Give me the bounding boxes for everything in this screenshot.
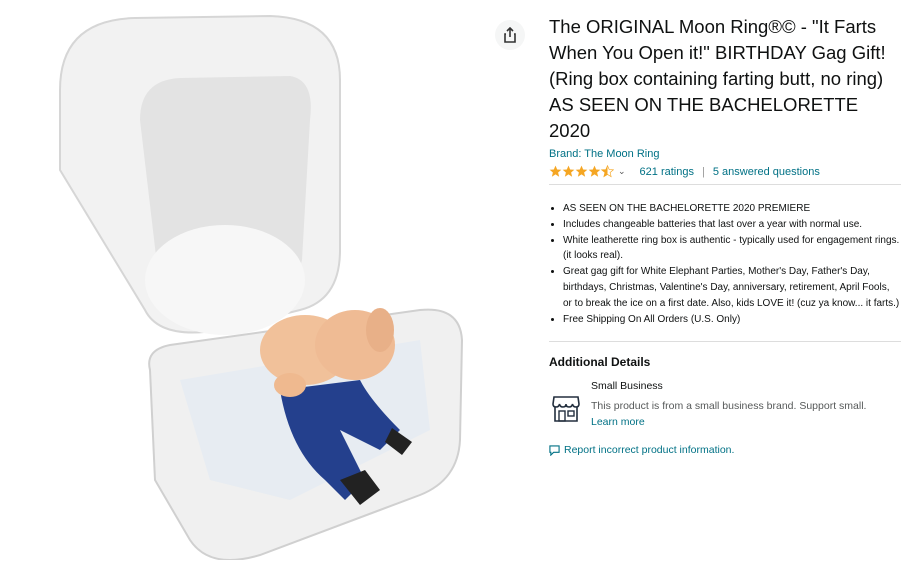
share-button[interactable] [495,20,525,50]
share-icon [504,27,516,43]
bullet-item: White leatherette ring box is authentic … [563,233,901,265]
product-title: The ORIGINAL Moon Ring®© - "It Farts Whe… [549,16,886,141]
star-rating[interactable] [549,165,614,178]
product-info: The ORIGINAL Moon Ring®© - "It Farts Whe… [549,14,901,456]
comment-icon [549,445,560,456]
storefront-icon [552,396,580,423]
answered-questions-link[interactable]: 5 answered questions [713,166,820,178]
bullet-item: Free Shipping On All Orders (U.S. Only) [563,312,901,328]
star-icon [588,165,601,177]
additional-details-heading: Additional Details [549,355,651,370]
small-business-row: Small Business This product is from a sm… [549,380,901,430]
divider [549,184,901,185]
separator: | [701,165,705,178]
small-business-title: Small Business [591,380,663,393]
bullet-item: AS SEEN ON THE BACHELORETTE 2020 PREMIER… [563,201,901,217]
rating-row: ⌄ 621 ratings | 5 answered questions [549,165,901,178]
half-star-icon [601,165,614,178]
star-icon [562,165,575,177]
product-image-column [0,0,490,562]
bullet-item: Includes changeable batteries that last … [563,217,901,233]
star-icon [575,165,588,177]
small-business-text: This product is from a small business br… [591,400,867,413]
small-business-desc: This product is from a small business br… [591,398,866,430]
chevron-down-icon[interactable]: ⌄ [618,166,626,177]
star-icon [549,165,562,177]
report-link-row[interactable]: Report incorrect product information. [549,444,901,456]
product-image[interactable] [40,10,480,560]
bullet-item: Great gag gift for White Elephant Partie… [563,264,901,311]
feature-bullets: AS SEEN ON THE BACHELORETTE 2020 PREMIER… [549,201,901,327]
ratings-link[interactable]: 621 ratings [640,166,694,178]
divider [549,341,901,343]
report-link[interactable]: Report incorrect product information. [564,444,734,456]
learn-more-link[interactable]: Learn more [591,416,645,428]
brand-link[interactable]: Brand: The Moon Ring [549,148,901,160]
